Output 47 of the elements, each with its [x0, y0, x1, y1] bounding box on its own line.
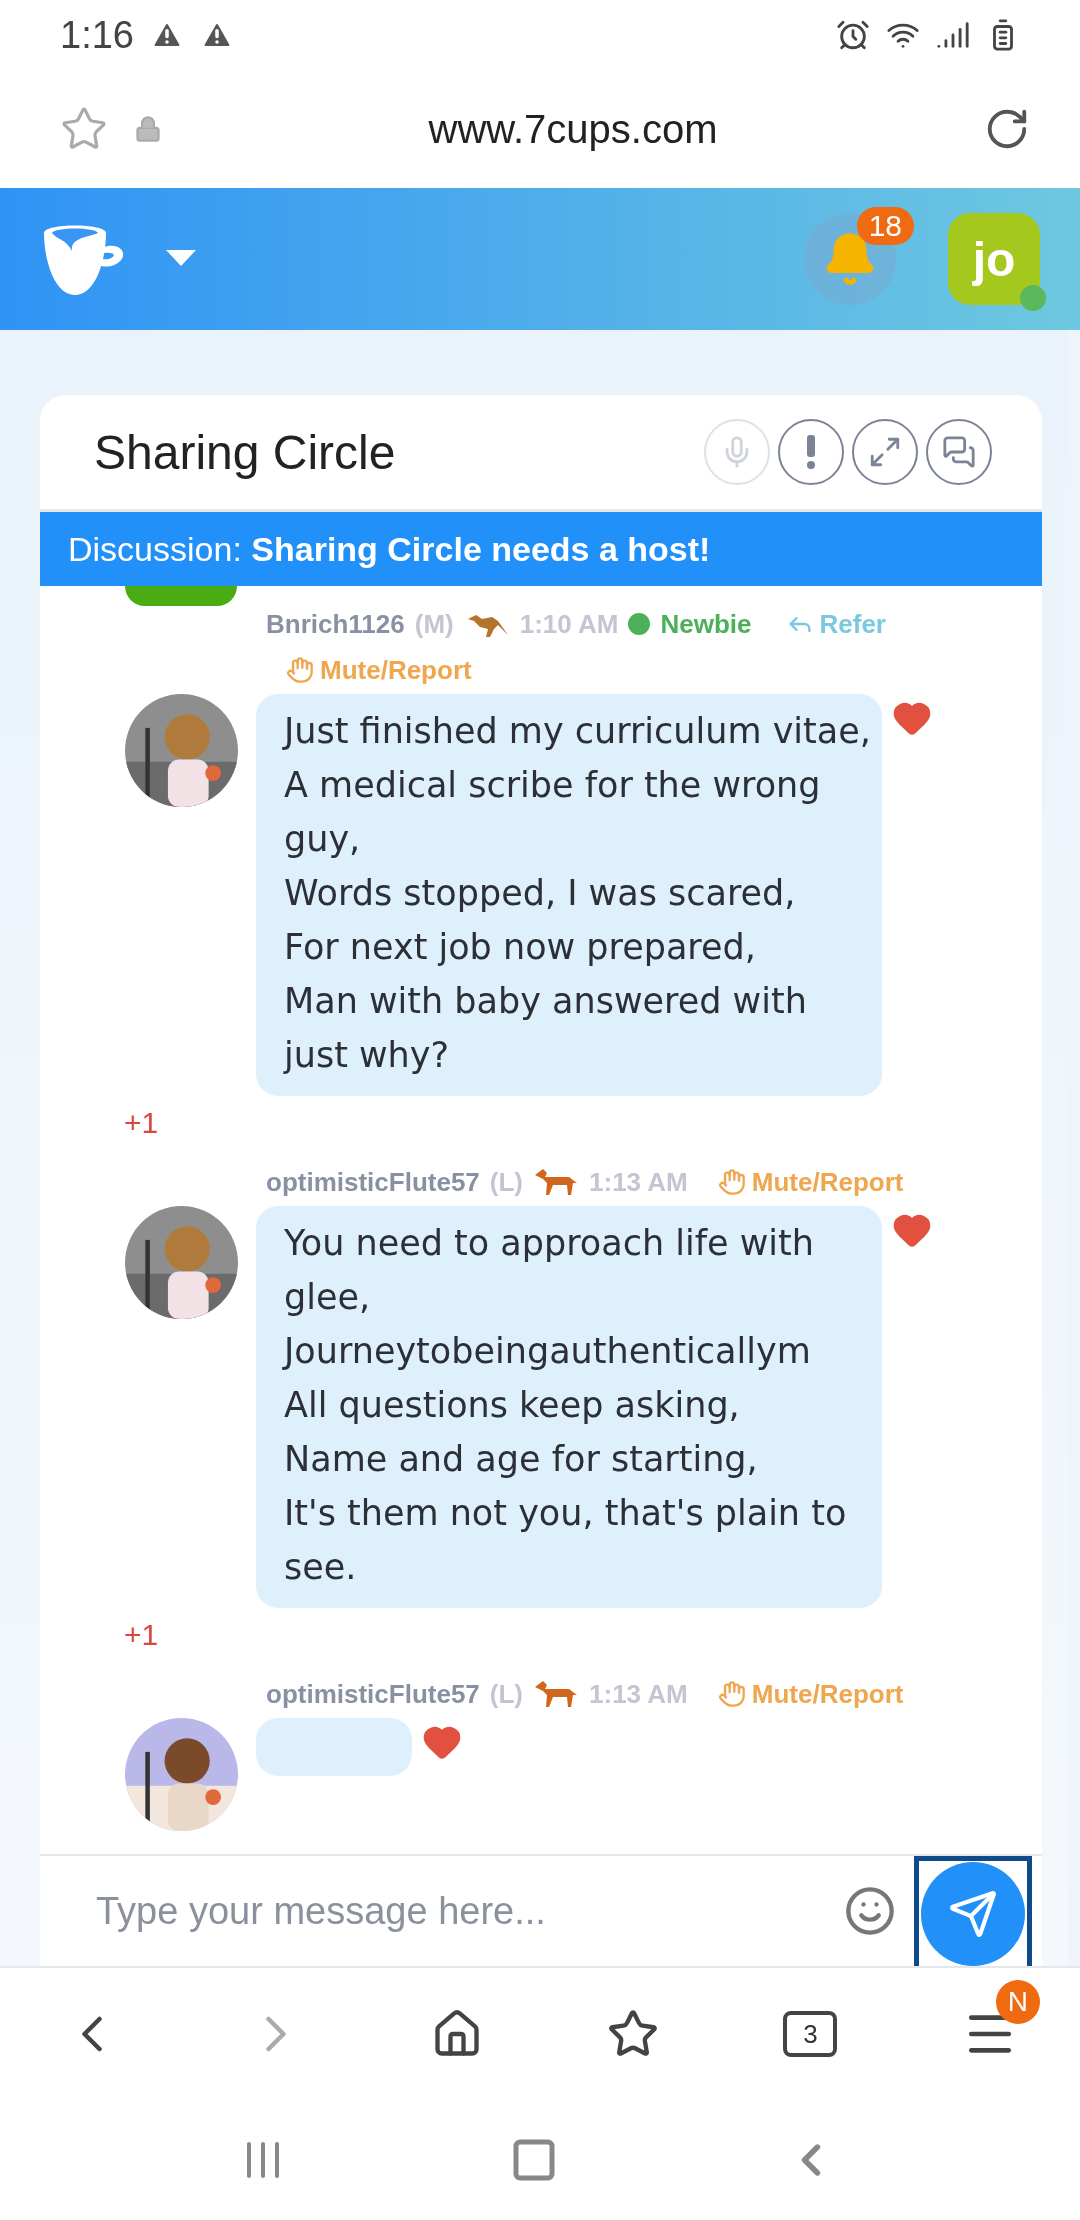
username[interactable]: optimisticFlute57 — [266, 1164, 480, 1200]
username[interactable]: optimisticFlute57 — [266, 1676, 480, 1712]
notification-count: 18 — [856, 207, 914, 245]
hand-icon — [717, 1680, 746, 1708]
send-button[interactable] — [914, 1856, 1032, 1966]
emoji-icon[interactable] — [844, 1885, 896, 1937]
mute-report-link[interactable]: Mute/Report — [717, 1676, 904, 1712]
expand-icon — [868, 435, 902, 469]
message-line: Name and age for starting, — [284, 1438, 759, 1481]
message-line: Journeytobeingauthenticallym — [284, 1330, 812, 1373]
banner-text: Discussion: Sharing Circle needs a host! — [68, 529, 711, 569]
tabs-button[interactable]: 3 — [783, 2011, 838, 2057]
status-dot — [628, 613, 651, 635]
user-tag: (L) — [489, 1164, 524, 1200]
plus-one-count[interactable]: +1 — [124, 1106, 1042, 1140]
message-line: It's them not you, that's plain to see. — [284, 1492, 848, 1589]
message-time: 1:13 AM — [589, 1166, 688, 1199]
user-avatar[interactable]: jo — [948, 213, 1040, 305]
hand-icon — [717, 1168, 746, 1196]
mute-report-link[interactable]: Mute/Report — [286, 652, 472, 688]
message-time: 1:13 AM — [589, 1678, 688, 1711]
message-line: A medical scribe for the wrong guy, — [284, 764, 822, 861]
mute-report-link[interactable]: Mute/Report — [717, 1164, 904, 1200]
message-line: You need to approach life with glee, — [284, 1222, 815, 1319]
exclamation-icon — [806, 435, 816, 469]
plus-one-count[interactable]: +1 — [124, 1618, 1042, 1652]
message-line: All questions keep asking, — [284, 1384, 741, 1427]
message-line: Words stopped, I was scared, — [284, 872, 797, 915]
url-text[interactable]: www.7cups.com — [188, 106, 958, 152]
user-tag: (L) — [489, 1676, 524, 1712]
clock-time: 1:16 — [60, 13, 134, 57]
refer-link[interactable]: Refer — [785, 606, 886, 642]
hand-icon — [286, 656, 314, 684]
lock-icon — [134, 115, 162, 143]
paper-plane-icon — [948, 1888, 998, 1939]
username[interactable]: Bnrich1126 — [266, 606, 405, 642]
user-tag: (M) — [414, 606, 454, 642]
dropdown-caret-icon[interactable] — [166, 250, 196, 268]
message-line: Just finished my curriculum vitae, — [284, 710, 872, 753]
chat-bubbles-icon — [942, 435, 976, 469]
message-time: 1:10 AM — [519, 608, 619, 641]
menu-badge: N — [995, 1980, 1040, 2024]
user-status: Newbie — [660, 608, 752, 641]
message-line: Man with baby answered with just why? — [284, 980, 808, 1077]
message-line: For next job now prepared, — [284, 926, 757, 969]
alarm-icon — [836, 18, 870, 52]
room-title: Sharing Circle — [94, 424, 397, 480]
